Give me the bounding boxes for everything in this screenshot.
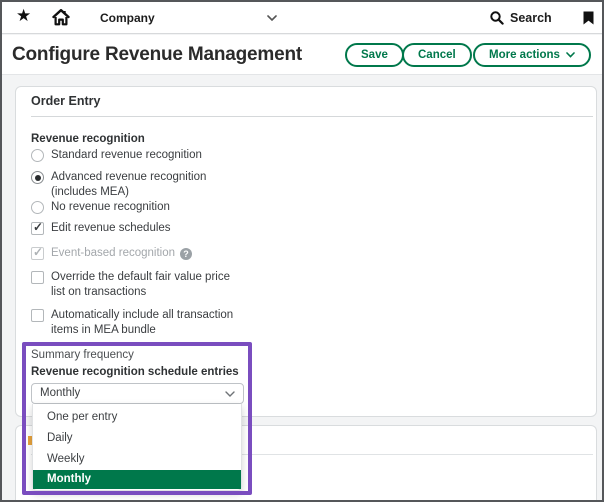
page-header: Configure Revenue Management Save Cancel… <box>2 35 602 75</box>
checkbox-checked-icon: ✓ <box>31 222 44 235</box>
radio-selected-icon <box>31 171 44 184</box>
dropdown-option-weekly[interactable]: Weekly <box>33 449 241 470</box>
radio-label: No revenue recognition <box>51 201 170 213</box>
checkbox-edit-revenue-schedules[interactable]: ✓ Edit revenue schedules <box>31 222 251 238</box>
search-icon <box>490 11 504 25</box>
dropdown-option-daily[interactable]: Daily <box>33 428 241 449</box>
checkbox-checked-disabled-icon: ✓ <box>31 247 44 260</box>
checkbox-label-line1: Override the default fair value price <box>51 271 230 283</box>
checkbox-label-line1: Automatically include all transaction <box>51 309 233 321</box>
chevron-down-icon <box>566 52 575 58</box>
radio-label: Standard revenue recognition <box>51 149 202 161</box>
radio-sublabel: (includes MEA) <box>51 186 129 198</box>
page-title: Configure Revenue Management <box>12 44 302 66</box>
radio-label: Advanced revenue recognition <box>51 171 206 183</box>
radio-advanced-revenue-recognition[interactable]: Advanced revenue recognition (includes M… <box>31 171 251 201</box>
save-button[interactable]: Save <box>345 43 404 67</box>
company-menu[interactable]: Company <box>100 2 290 34</box>
checkbox-unchecked-icon <box>31 309 44 322</box>
search-label: Search <box>510 11 560 25</box>
checkbox-override-fair-value-price-list[interactable]: Override the default fair value price li… <box>31 271 251 301</box>
checkbox-label-line2: list on transactions <box>51 286 146 298</box>
cancel-button[interactable]: Cancel <box>402 43 472 67</box>
select-value: Monthly <box>40 387 80 399</box>
revenue-recognition-group-label: Revenue recognition <box>31 133 145 145</box>
top-nav-bar: ★ Company Search <box>2 2 602 34</box>
more-actions-label: More actions <box>489 49 560 61</box>
radio-standard-revenue-recognition[interactable]: Standard revenue recognition <box>31 149 251 165</box>
favorites-star-icon[interactable]: ★ <box>16 6 31 26</box>
company-menu-label: Company <box>100 11 155 25</box>
section-divider <box>31 116 593 117</box>
radio-icon <box>31 201 44 214</box>
schedule-entries-dropdown-list: One per entry Daily Weekly Monthly <box>32 404 242 491</box>
more-actions-button[interactable]: More actions <box>473 43 591 67</box>
summary-frequency-label: Summary frequency <box>31 349 134 361</box>
dropdown-option-one-per-entry[interactable]: One per entry <box>33 407 241 428</box>
checkbox-label: Edit revenue schedules <box>51 222 171 234</box>
app-window: ★ Company Search <box>0 0 604 502</box>
section-title: Order Entry <box>31 94 100 108</box>
schedule-entries-select[interactable]: Monthly <box>31 383 244 404</box>
help-icon[interactable]: ? <box>180 248 192 260</box>
dropdown-option-monthly-selected[interactable]: Monthly <box>33 470 241 489</box>
checkbox-event-based-recognition: ✓ Event-based recognition? <box>31 247 251 263</box>
home-icon[interactable] <box>52 9 70 26</box>
radio-no-revenue-recognition[interactable]: No revenue recognition <box>31 201 251 217</box>
checkbox-label: Event-based recognition? <box>51 247 192 260</box>
chevron-down-icon <box>225 391 235 397</box>
order-entry-card: Order Entry Revenue recognition Standard… <box>15 86 597 417</box>
checkbox-label-line2: items in MEA bundle <box>51 324 156 336</box>
checkbox-auto-include-mea-bundle[interactable]: Automatically include all transaction it… <box>31 309 251 339</box>
chevron-down-icon <box>267 15 277 21</box>
schedule-entries-label: Revenue recognition schedule entries <box>31 366 239 378</box>
radio-icon <box>31 149 44 162</box>
checkbox-unchecked-icon <box>31 271 44 284</box>
bookmark-icon[interactable] <box>583 11 594 25</box>
